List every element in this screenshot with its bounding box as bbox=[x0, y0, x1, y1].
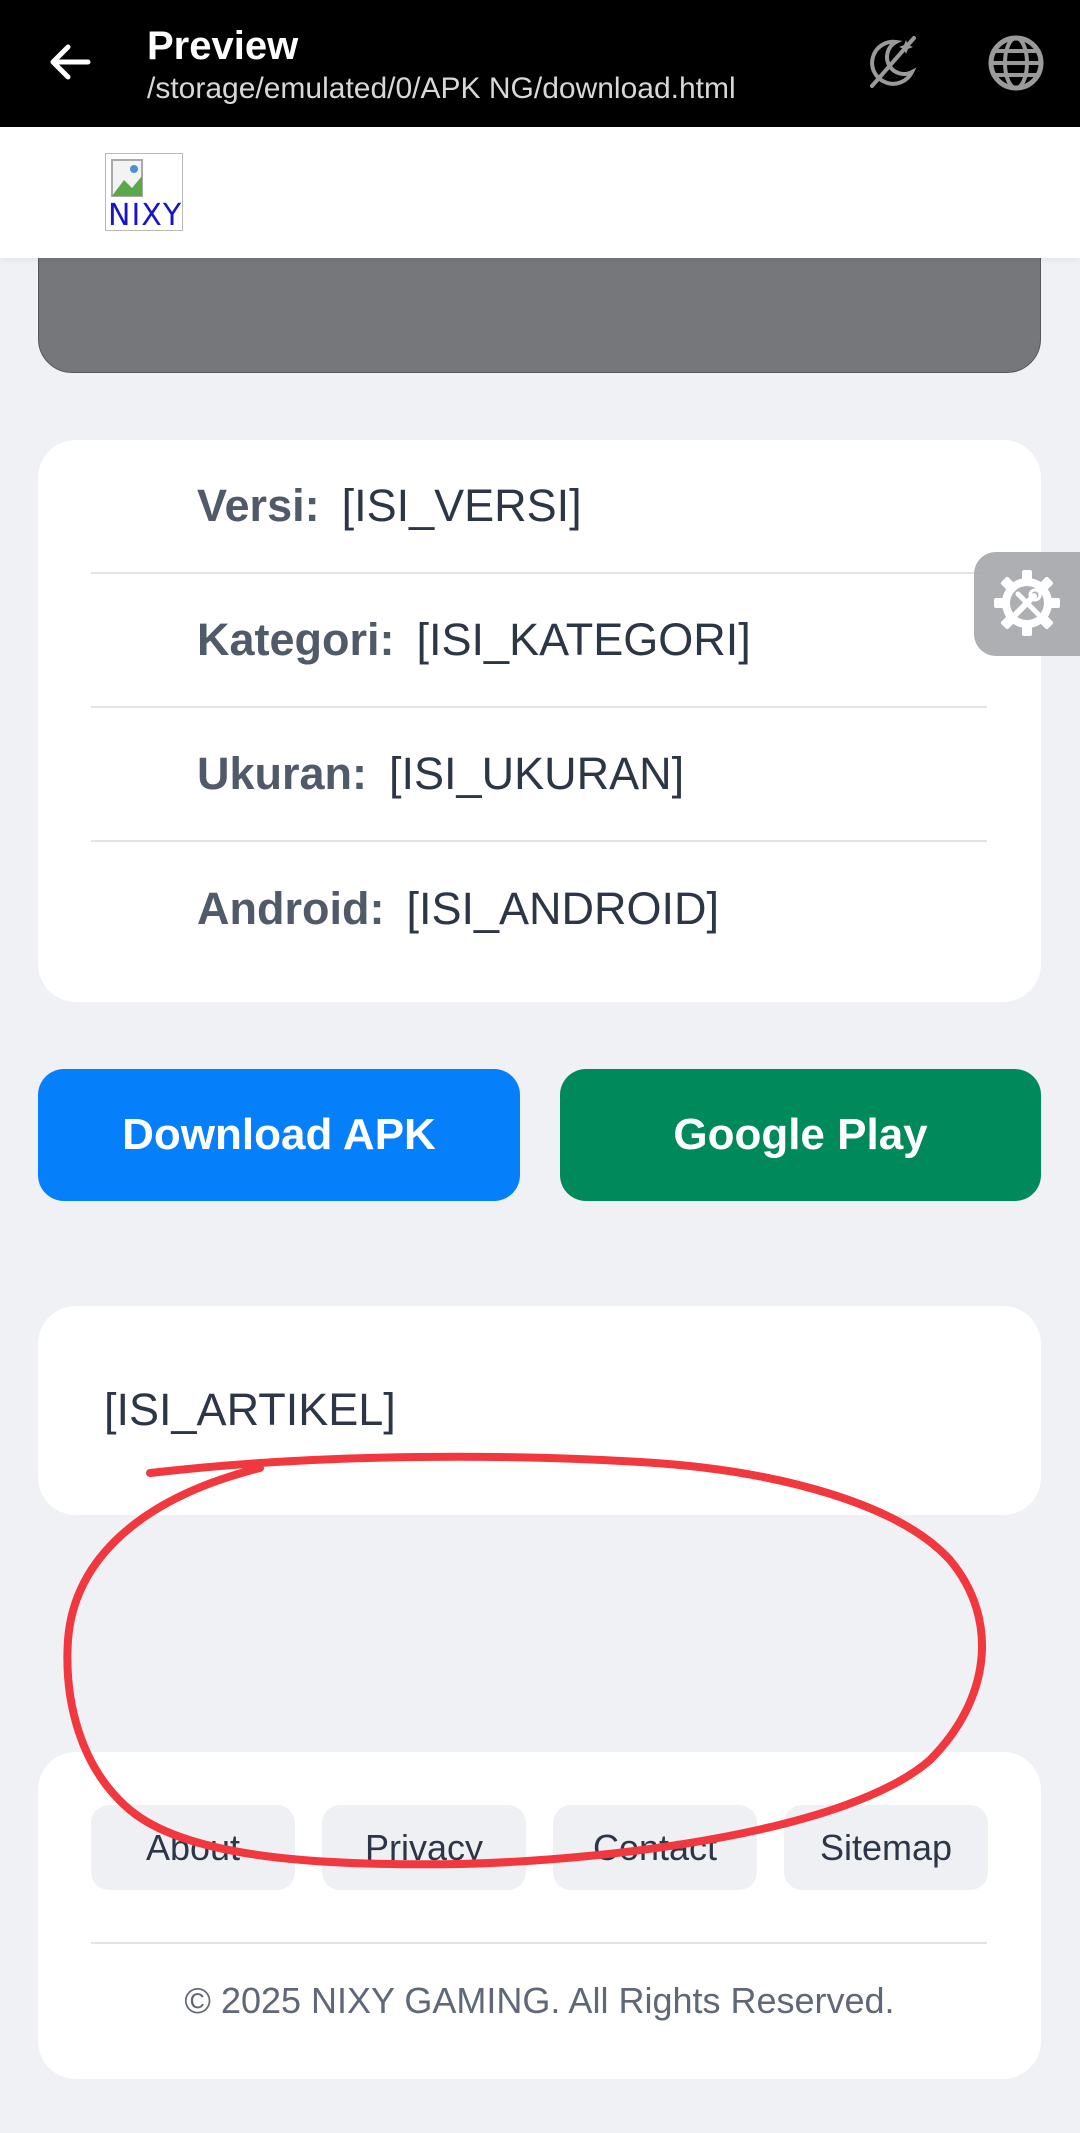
app-info-card: Versi: [ISI_VERSI] Kategori: [ISI_KATEGO… bbox=[38, 440, 1041, 1002]
settings-tools-icon bbox=[994, 570, 1060, 636]
app-bar: Preview /storage/emulated/0/APK NG/downl… bbox=[0, 0, 1080, 127]
info-label: Ukuran: bbox=[197, 748, 368, 799]
logo-alt-text: NIXY bbox=[108, 198, 183, 231]
info-label: Versi: bbox=[197, 480, 320, 531]
back-arrow-icon[interactable] bbox=[40, 32, 100, 92]
footer-card: About Privacy Contact Sitemap © 2025 NIX… bbox=[38, 1752, 1041, 2079]
theme-toggle-icon[interactable] bbox=[858, 30, 924, 96]
download-apk-button[interactable]: Download APK bbox=[38, 1069, 520, 1201]
info-label: Kategori: bbox=[197, 614, 395, 665]
info-row-category: Kategori: [ISI_KATEGORI] bbox=[91, 574, 987, 708]
info-value: [ISI_ANDROID] bbox=[406, 883, 720, 934]
info-value: [ISI_KATEGORI] bbox=[416, 614, 751, 665]
info-label: Android: bbox=[197, 883, 385, 934]
article-text: [ISI_ARTIKEL] bbox=[104, 1384, 396, 1435]
file-path: /storage/emulated/0/APK NG/download.html bbox=[147, 72, 736, 105]
info-row-android: Android: [ISI_ANDROID] bbox=[91, 842, 987, 976]
footer-link-contact[interactable]: Contact bbox=[553, 1805, 757, 1890]
footer-link-about[interactable]: About bbox=[91, 1805, 295, 1890]
footer-link-privacy[interactable]: Privacy bbox=[322, 1805, 526, 1890]
preview-title: Preview bbox=[147, 24, 299, 68]
info-value: [ISI_UKURAN] bbox=[389, 748, 685, 799]
globe-icon[interactable] bbox=[983, 30, 1049, 96]
info-row-size: Ukuran: [ISI_UKURAN] bbox=[91, 708, 987, 842]
article-card: [ISI_ARTIKEL] bbox=[38, 1306, 1041, 1515]
copyright-text: © 2025 NIXY GAMING. All Rights Reserved. bbox=[184, 1980, 895, 2021]
site-header: NIXY bbox=[0, 127, 1080, 258]
broken-image-icon bbox=[111, 159, 143, 197]
site-logo[interactable]: NIXY bbox=[105, 153, 183, 231]
info-value: [ISI_VERSI] bbox=[341, 480, 582, 531]
footer-link-sitemap[interactable]: Sitemap bbox=[784, 1805, 988, 1890]
info-row-version: Versi: [ISI_VERSI] bbox=[91, 440, 987, 574]
floating-tools-button[interactable] bbox=[974, 552, 1080, 656]
footer-divider bbox=[91, 1942, 987, 1944]
google-play-button[interactable]: Google Play bbox=[560, 1069, 1041, 1201]
